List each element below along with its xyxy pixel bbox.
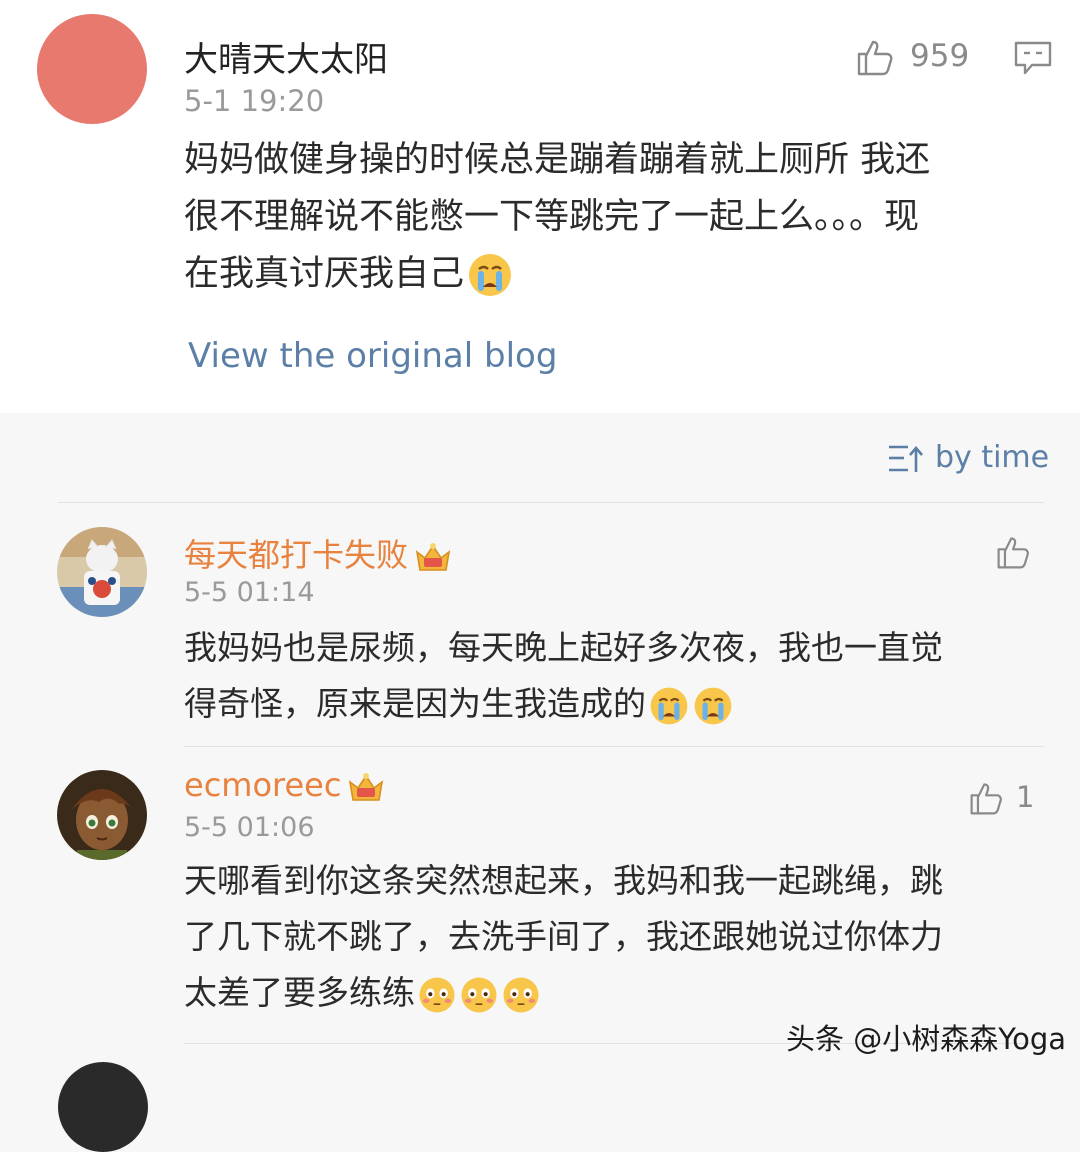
flushed-face-emoji xyxy=(419,977,455,1012)
crying-face-emoji xyxy=(469,254,512,296)
comment-line: 得奇怪，原来是因为生我造成的 xyxy=(184,676,1044,732)
post-line: 妈妈做健身操的时候总是蹦着蹦着就上厕所 我还 xyxy=(184,140,931,180)
flushed-face-emoji xyxy=(503,977,539,1012)
view-original-blog-link[interactable]: View the original blog xyxy=(188,336,557,376)
avatar[interactable] xyxy=(57,770,147,860)
crying-face-emoji xyxy=(650,687,688,724)
avatar[interactable] xyxy=(37,14,147,124)
crown-badge-icon xyxy=(349,773,384,801)
commenter-name-text: ecmoreec xyxy=(184,766,342,804)
comment-line: 天哪看到你这条突然想起来，我妈和我一起跳绳，跳 xyxy=(184,861,943,900)
crying-face-emoji xyxy=(694,687,732,724)
post-timestamp: 5-1 19:20 xyxy=(184,84,325,118)
avatar[interactable] xyxy=(58,1062,148,1152)
comment-timestamp: 5-5 01:06 xyxy=(184,812,315,843)
post-line: 很不理解说不能憋一下等跳完了一起上么。。。现 xyxy=(184,197,920,237)
avatar[interactable] xyxy=(57,527,147,617)
original-post: 大晴天大太阳 5-1 19:20 959 妈妈做健身操的时候总是蹦着蹦着就上厕所… xyxy=(0,0,1080,413)
comment-line: 我妈妈也是尿频，每天晚上起好多次夜，我也一直觉 xyxy=(184,628,943,667)
sort-label: by time xyxy=(935,440,1050,475)
post-line: 在我真讨厌我自己 xyxy=(184,246,1054,303)
comment-line: 太差了要多练练 xyxy=(184,965,1044,1021)
thumbs-up-icon[interactable] xyxy=(855,36,897,78)
commenter-name[interactable]: 每天都打卡失败 xyxy=(184,530,452,576)
comment-icon[interactable] xyxy=(1013,40,1053,76)
comment-body: 我妈妈也是尿频，每天晚上起好多次夜，我也一直觉 得奇怪，原来是因为生我造成的 xyxy=(184,620,1044,732)
crown-badge-icon xyxy=(415,543,451,571)
thumbs-up-icon[interactable] xyxy=(995,533,1033,571)
post-line-text: 在我真讨厌我自己 xyxy=(184,254,465,294)
comment-timestamp: 5-5 01:14 xyxy=(184,577,315,608)
comment-line-text: 得奇怪，原来是因为生我造成的 xyxy=(184,684,646,723)
divider xyxy=(184,746,1044,747)
divider xyxy=(58,502,1044,503)
comment-body: 天哪看到你这条突然想起来，我妈和我一起跳绳，跳 了几下就不跳了，去洗手间了，我还… xyxy=(184,853,1044,1021)
like-count: 959 xyxy=(910,38,970,74)
commenter-name-partial[interactable] xyxy=(184,1052,424,1082)
author-name[interactable]: 大晴天大太阳 xyxy=(184,32,388,81)
thumbs-up-icon[interactable] xyxy=(968,779,1006,817)
post-body: 妈妈做健身操的时候总是蹦着蹦着就上厕所 我还 很不理解说不能憋一下等跳完了一起上… xyxy=(184,132,1054,303)
commenter-name-text: 每天都打卡失败 xyxy=(184,536,409,574)
flushed-face-emoji xyxy=(461,977,497,1012)
comment-line: 了几下就不跳了，去洗手间了，我还跟她说过你体力 xyxy=(184,917,943,956)
watermark: 头条 @小树森森Yoga xyxy=(786,1022,1067,1056)
like-count: 1 xyxy=(1016,780,1035,814)
comment-line-text: 太差了要多练练 xyxy=(184,973,415,1012)
sort-icon xyxy=(889,445,923,472)
commenter-name[interactable]: ecmoreec xyxy=(184,766,385,804)
